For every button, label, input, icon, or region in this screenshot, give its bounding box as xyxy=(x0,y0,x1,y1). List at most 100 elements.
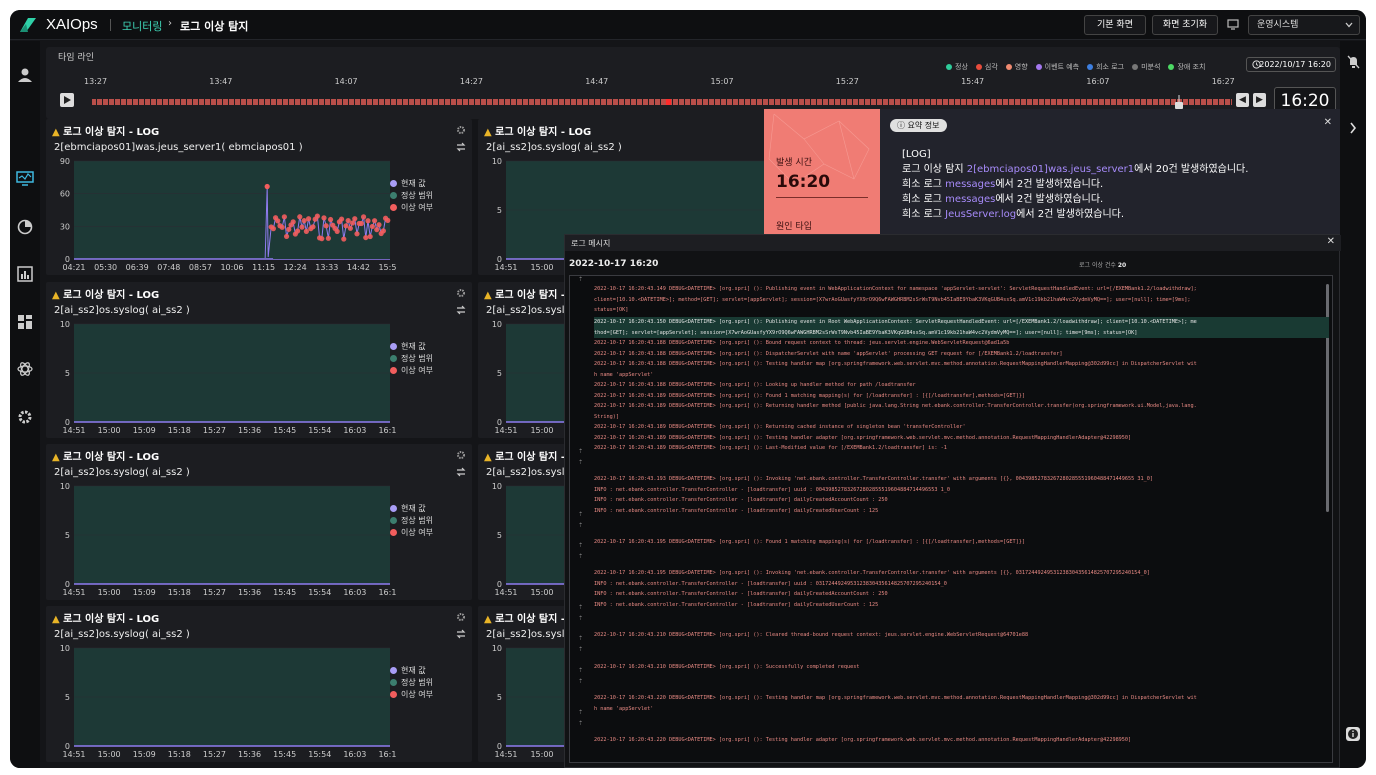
panel-swap-icon[interactable] xyxy=(456,629,466,639)
panel-swap-icon[interactable] xyxy=(456,305,466,315)
summary-line-target[interactable]: JeusServer.log xyxy=(945,209,1016,220)
timeline-next-button[interactable]: ▶ xyxy=(1253,93,1266,107)
atom-icon[interactable] xyxy=(15,359,35,379)
monitoring-icon[interactable] xyxy=(15,168,35,188)
default-view-button[interactable]: 기본 화면 xyxy=(1084,15,1146,35)
panel-legend-item[interactable]: 정상 범위 xyxy=(390,514,433,526)
system-select[interactable]: 운영시스템 xyxy=(1248,15,1360,35)
log-line[interactable]: 2022-10-17 16:20:43.210 DEBUG<DATETIME> … xyxy=(594,630,1329,641)
timeline-track[interactable] xyxy=(92,99,1232,105)
panel-legend-item[interactable]: 정상 범위 xyxy=(390,352,433,364)
log-line[interactable]: INFO : net.ebank.controller.TransferCont… xyxy=(594,579,1329,590)
log-line[interactable]: client=[10.10.<DATETIME>]; method=[GET];… xyxy=(594,295,1329,306)
panel-legend-item[interactable]: 이상 여부 xyxy=(390,526,433,538)
timeline-legend-item[interactable]: 장애 조치 xyxy=(1168,61,1205,73)
panel-settings-icon[interactable] xyxy=(456,450,466,460)
panel-legend-item[interactable]: 현재 값 xyxy=(390,177,433,189)
bar-chart-icon[interactable] xyxy=(15,264,35,284)
panel-legend-item[interactable]: 정상 범위 xyxy=(390,676,433,688)
log-line[interactable]: INFO : net.ebank.controller.TransferCont… xyxy=(594,495,1329,506)
log-fold-icon[interactable]: ⇡ xyxy=(578,553,583,560)
timeline-legend-item[interactable]: 이벤트 예측 xyxy=(1035,61,1079,73)
log-fold-icon[interactable]: ⇡ xyxy=(578,635,583,642)
panel-swap-icon[interactable] xyxy=(456,467,466,477)
log-line[interactable]: 2022-10-17 16:20:43.189 DEBUG<DATETIME> … xyxy=(594,433,1329,444)
log-fold-icon[interactable]: ⇡ xyxy=(578,542,583,549)
reset-view-button[interactable]: 화면 초기화 xyxy=(1152,15,1218,35)
timeline-legend-item[interactable]: 심각 xyxy=(975,61,998,73)
panel-legend-item[interactable]: 이상 여부 xyxy=(390,688,433,700)
log-fold-icon[interactable]: ⇡ xyxy=(578,615,583,622)
timeline-legend-item[interactable]: 정상 xyxy=(946,61,968,73)
log-line[interactable]: 2022-10-17 16:20:43.188 DEBUG<DATETIME> … xyxy=(594,359,1329,370)
log-line[interactable]: thod=[GET]; servlet=[appServlet]; sessio… xyxy=(594,327,1329,338)
panel-legend-item[interactable]: 현재 값 xyxy=(390,664,433,676)
log-line[interactable]: 2022-10-17 16:20:43.220 DEBUG<DATETIME> … xyxy=(594,693,1329,704)
log-line[interactable]: 2022-10-17 16:20:43.195 DEBUG<DATETIME> … xyxy=(594,568,1329,579)
play-button[interactable] xyxy=(60,93,74,107)
summary-line-target[interactable]: messages xyxy=(945,179,995,190)
log-fold-icon[interactable]: ⇡ xyxy=(578,511,583,518)
timeline-date-picker[interactable]: 2022/10/17 16:20 xyxy=(1246,57,1336,72)
log-line[interactable]: INFO : net.ebank.controller.TransferCont… xyxy=(594,589,1329,600)
log-fold-icon[interactable]: ⇡ xyxy=(578,459,583,466)
panel-settings-icon[interactable] xyxy=(456,288,466,298)
dashboard-icon[interactable] xyxy=(15,312,35,332)
log-window-header[interactable]: 로그 메시지 ✕ xyxy=(565,235,1341,251)
gear-icon[interactable] xyxy=(15,407,35,427)
pie-chart-icon[interactable] xyxy=(15,217,35,237)
panel-legend-item[interactable]: 이상 여부 xyxy=(390,364,433,376)
timeline-legend-item[interactable]: 미분석 xyxy=(1132,61,1160,73)
timeline-legend-item[interactable]: 영향 xyxy=(1005,61,1028,73)
info-icon[interactable] xyxy=(1345,726,1361,742)
chevron-right-icon[interactable] xyxy=(1349,122,1357,134)
log-fold-icon[interactable]: ⇡ xyxy=(578,604,583,611)
user-icon[interactable] xyxy=(15,65,35,85)
log-line[interactable]: 2022-10-17 16:20:43.210 DEBUG<DATETIME> … xyxy=(594,662,1329,673)
log-line[interactable]: INFO : net.ebank.controller.TransferCont… xyxy=(594,485,1329,496)
timeline-prev-button[interactable]: ◀ xyxy=(1236,93,1249,107)
summary-line-target[interactable]: 2[ebmciapos01]was.jeus_server1 xyxy=(967,164,1134,175)
log-line[interactable]: 2022-10-17 16:20:43.150 DEBUG<DATETIME> … xyxy=(594,317,1329,328)
log-line[interactable]: h name 'appServlet' xyxy=(594,704,1329,715)
log-fold-icon[interactable]: ⇡ xyxy=(578,448,583,455)
monitor-icon[interactable] xyxy=(1227,19,1239,30)
log-fold-icon[interactable]: ⇡ xyxy=(578,667,583,674)
log-fold-icon[interactable]: ⇡ xyxy=(578,522,583,529)
log-line[interactable]: 2022-10-17 16:20:43.189 DEBUG<DATETIME> … xyxy=(594,422,1329,433)
timeline-legend-item[interactable]: 희소 로그 xyxy=(1087,61,1124,73)
log-line[interactable]: 2022-10-17 16:20:43.188 DEBUG<DATETIME> … xyxy=(594,380,1329,391)
log-line[interactable]: status=[OK] xyxy=(594,305,1329,316)
notification-off-icon[interactable] xyxy=(1347,55,1360,69)
log-line[interactable]: 2022-10-17 16:20:43.149 DEBUG<DATETIME> … xyxy=(594,284,1329,295)
summary-close-button[interactable]: ✕ xyxy=(1324,117,1332,128)
log-line[interactable]: 2022-10-17 16:20:43.188 DEBUG<DATETIME> … xyxy=(594,338,1329,349)
log-fold-icon[interactable]: ⇡ xyxy=(578,276,583,283)
log-line[interactable]: 2022-10-17 16:20:43.220 DEBUG<DATETIME> … xyxy=(594,735,1329,746)
timeline-cursor-icon[interactable] xyxy=(1174,95,1184,109)
log-line[interactable]: h name 'appServlet' xyxy=(594,370,1329,381)
panel-legend-item[interactable]: 현재 값 xyxy=(390,340,433,352)
breadcrumb-section[interactable]: 모니터링 xyxy=(122,18,162,34)
log-window-close-button[interactable]: ✕ xyxy=(1327,236,1335,247)
panel-legend-item[interactable]: 정상 범위 xyxy=(390,189,433,201)
log-line[interactable]: 2022-10-17 16:20:43.189 DEBUG<DATETIME> … xyxy=(594,401,1329,412)
log-line[interactable]: INFO : net.ebank.controller.TransferCont… xyxy=(594,600,1329,611)
summary-line-target[interactable]: messages xyxy=(945,194,995,205)
log-fold-icon[interactable]: ⇡ xyxy=(578,720,583,727)
log-fold-icon[interactable]: ⇡ xyxy=(578,678,583,685)
log-line[interactable]: 2022-10-17 16:20:43.189 DEBUG<DATETIME> … xyxy=(594,391,1329,402)
log-line[interactable]: 2022-10-17 16:20:43.195 DEBUG<DATETIME> … xyxy=(594,537,1329,548)
log-message-list[interactable]: 2022-10-17 16:20:43.149 DEBUG<DATETIME> … xyxy=(569,275,1333,763)
panel-legend-item[interactable]: 현재 값 xyxy=(390,502,433,514)
log-line[interactable]: 2022-10-17 16:20:43.193 DEBUG<DATETIME> … xyxy=(594,474,1329,485)
panel-settings-icon[interactable] xyxy=(456,612,466,622)
log-line[interactable]: 2022-10-17 16:20:43.189 DEBUG<DATETIME> … xyxy=(594,443,1329,454)
panel-swap-icon[interactable] xyxy=(456,142,466,152)
panel-legend-item[interactable]: 이상 여부 xyxy=(390,201,433,213)
log-fold-icon[interactable]: ⇡ xyxy=(578,709,583,716)
log-line[interactable]: String)] xyxy=(594,412,1329,423)
log-line[interactable]: 2022-10-17 16:20:43.188 DEBUG<DATETIME> … xyxy=(594,349,1329,360)
log-fold-icon[interactable]: ⇡ xyxy=(578,646,583,653)
timeline-critical-marker[interactable] xyxy=(666,99,671,105)
